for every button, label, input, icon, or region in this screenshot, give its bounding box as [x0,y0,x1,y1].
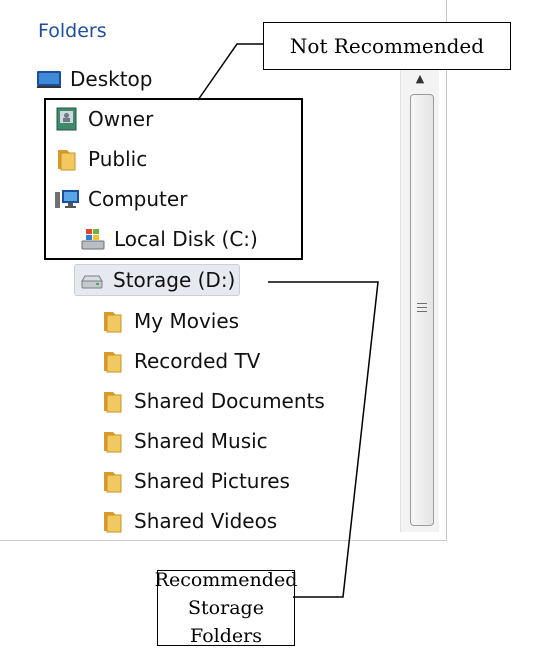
grip-line [417,307,427,308]
folder-icon [100,508,126,534]
tree-item-shared-videos[interactable]: Shared Videos [100,503,277,539]
not-recommended-highlight-box [44,98,303,260]
tree-item-label: Shared Videos [134,509,278,533]
callout-recommended-line2: Storage Folders [188,597,264,647]
callout-recommended-line1: Recommended [154,569,298,591]
callout-recommended-storage-folders: Recommended Storage Folders [155,569,298,647]
folder-icon [100,468,126,494]
tree-item-label: Shared Documents [134,389,325,413]
folders-header: Folders [38,20,107,42]
folder-icon [100,308,126,334]
scroll-thumb[interactable] [410,94,434,526]
tree-item-label: Shared Pictures [134,469,290,493]
tree-item-label: Recorded TV [134,349,261,373]
folder-icon [100,388,126,414]
tree-item-my-movies[interactable]: My Movies [100,303,239,339]
vertical-scrollbar[interactable]: ▲ [400,64,439,532]
grip-line [417,311,427,312]
folder-icon [100,348,126,374]
tree-item-label: Shared Music [134,429,268,453]
tree-item-shared-pictures[interactable]: Shared Pictures [100,463,290,499]
tree-item-recorded-tv[interactable]: Recorded TV [100,343,260,379]
tree-item-shared-music[interactable]: Shared Music [100,423,268,459]
tree-item-label: Storage (D:) [113,268,236,292]
desktop-icon [36,66,62,92]
tree-item-shared-documents[interactable]: Shared Documents [100,383,325,419]
grip-line [417,303,427,304]
drive-icon [79,267,105,293]
callout-not-recommended: Not Recommended [263,22,511,70]
tree-item-label: My Movies [134,309,240,333]
tree-item-desktop[interactable]: Desktop [36,61,152,97]
tree-item-storage-d[interactable]: Storage (D:) [74,264,241,296]
callout-not-recommended-text: Not Recommended [289,34,485,58]
folder-icon [100,428,126,454]
tree-item-label: Desktop [70,67,153,91]
folders-pane: Folders Desktop Owner Public Computer Lo… [0,0,447,541]
